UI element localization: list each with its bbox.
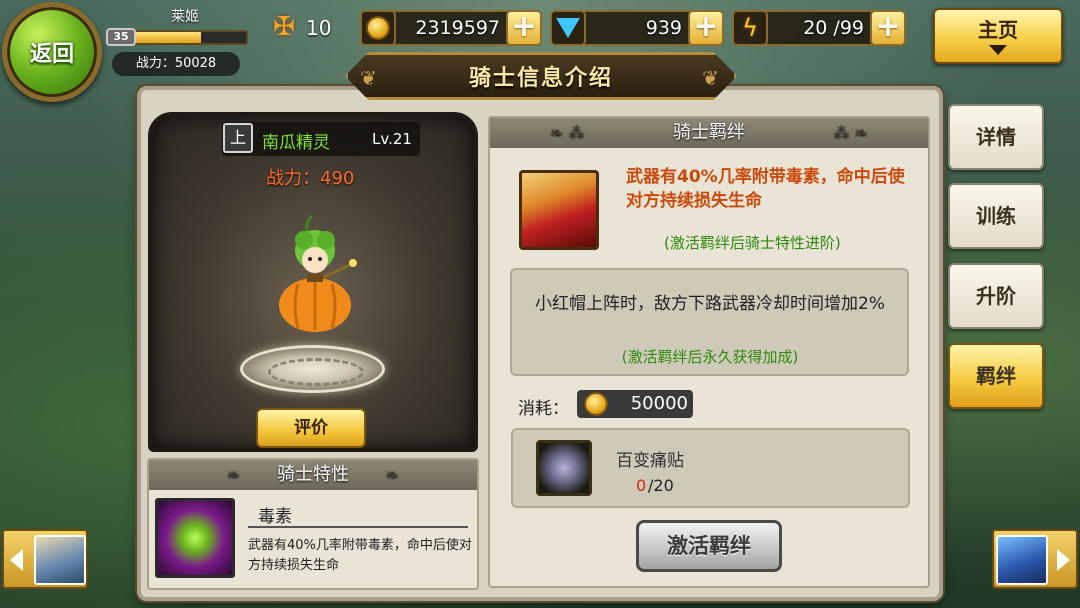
player-power: 战力：50028	[112, 52, 240, 76]
item-need-count: /20	[648, 476, 674, 495]
chevron-down-icon	[989, 45, 1007, 55]
bond-effect-note: (激活羁绊后骑士特性进阶)	[664, 234, 841, 252]
ornament-icon: ⁂ ❧	[833, 123, 869, 142]
trait-header: ❧ 骑士特性 ❧	[149, 460, 477, 490]
tab-upgrade[interactable]: 升阶	[948, 263, 1044, 329]
ornament-icon: ❧ ⁂	[550, 123, 585, 142]
back-button[interactable]: 返回	[2, 2, 102, 102]
item-name: 百变痛贴	[616, 451, 684, 471]
gold-coin-icon	[584, 392, 608, 416]
rate-button[interactable]: 评价	[256, 408, 366, 448]
cost-label: 消耗：	[518, 399, 569, 419]
tab-training[interactable]: 训练	[948, 183, 1044, 249]
home-button[interactable]: 主页	[933, 8, 1063, 64]
arrow-right-icon	[1057, 549, 1070, 571]
pedestal	[240, 345, 385, 393]
knight-rank-tag: 上	[223, 123, 253, 153]
home-button-label: 主页	[978, 18, 1018, 42]
ornament-right-icon: ❦	[702, 66, 719, 90]
bond-header-label: 骑士羁绊	[673, 122, 745, 143]
next-knight-button[interactable]	[992, 529, 1078, 589]
prev-knight-button[interactable]	[2, 529, 88, 589]
ornament-icon: ❧	[385, 465, 399, 484]
stamina-value: 20 /99	[803, 17, 864, 39]
stamina-resource: ϟ 20 /99 +	[732, 10, 906, 46]
trait-header-label: 骑士特性	[277, 464, 349, 485]
poison-trait-icon	[155, 498, 235, 578]
gold-value: 2319597	[415, 17, 500, 39]
diamond-resource: 939 +	[550, 10, 724, 46]
bond-condition: 小红帽上阵时，敌方下路武器冷却时间增加2%	[535, 294, 885, 314]
prev-knight-avatar	[34, 535, 86, 585]
item-patch-icon[interactable]	[536, 440, 592, 496]
item-have-count: 0	[636, 476, 647, 495]
arrow-left-icon	[10, 549, 23, 571]
ornament-left-icon: ❦	[360, 66, 377, 90]
tab-bond[interactable]: 羁绊	[948, 343, 1044, 409]
knight-power: 战力：490	[266, 168, 355, 189]
player-name: 莱姬	[171, 9, 199, 25]
player-level-badge: 35	[106, 28, 136, 46]
lightning-icon: ϟ	[732, 10, 768, 46]
trait-description: 武器有40%几率附带毒素，命中后使对方持续损失生命	[248, 538, 472, 573]
next-knight-avatar	[996, 535, 1048, 585]
exp-bar	[132, 30, 248, 45]
diamond-icon	[550, 10, 586, 46]
winged-shield-icon: ✠	[273, 12, 295, 42]
activate-bond-button[interactable]: 激活羁绊	[636, 520, 782, 572]
pumpkin-spirit-sprite	[279, 214, 357, 332]
rank-value: 10	[306, 16, 332, 40]
add-stamina-button[interactable]: +	[870, 10, 906, 46]
diamond-value: 939	[645, 17, 682, 39]
knight-name: 南瓜精灵	[262, 133, 330, 153]
bond-header: ❧ ⁂ 骑士羁绊 ⁂ ❧	[490, 118, 928, 148]
add-diamond-button[interactable]: +	[688, 10, 724, 46]
bond-condition-note: (激活羁绊后永久获得加成)	[621, 348, 799, 366]
ornament-icon: ❧	[227, 465, 241, 484]
tab-details[interactable]: 详情	[948, 104, 1044, 170]
back-button-label: 返回	[29, 42, 74, 67]
gold-resource: 2319597 +	[360, 10, 542, 46]
knight-level: Lv.21	[372, 130, 412, 148]
exp-bar-fill	[134, 32, 202, 43]
cost-value: 50000	[630, 393, 688, 414]
red-hood-portrait[interactable]	[516, 167, 602, 253]
title-banner: 骑士信息介绍	[345, 52, 737, 100]
trait-name: 毒素	[258, 507, 292, 527]
page-title: 骑士信息介绍	[468, 66, 613, 91]
divider	[248, 526, 468, 528]
bond-effect: 武器有40%几率附带毒素，命中后使对方持续损失生命	[626, 167, 905, 211]
add-gold-button[interactable]: +	[506, 10, 542, 46]
gold-coin-icon	[360, 10, 396, 46]
